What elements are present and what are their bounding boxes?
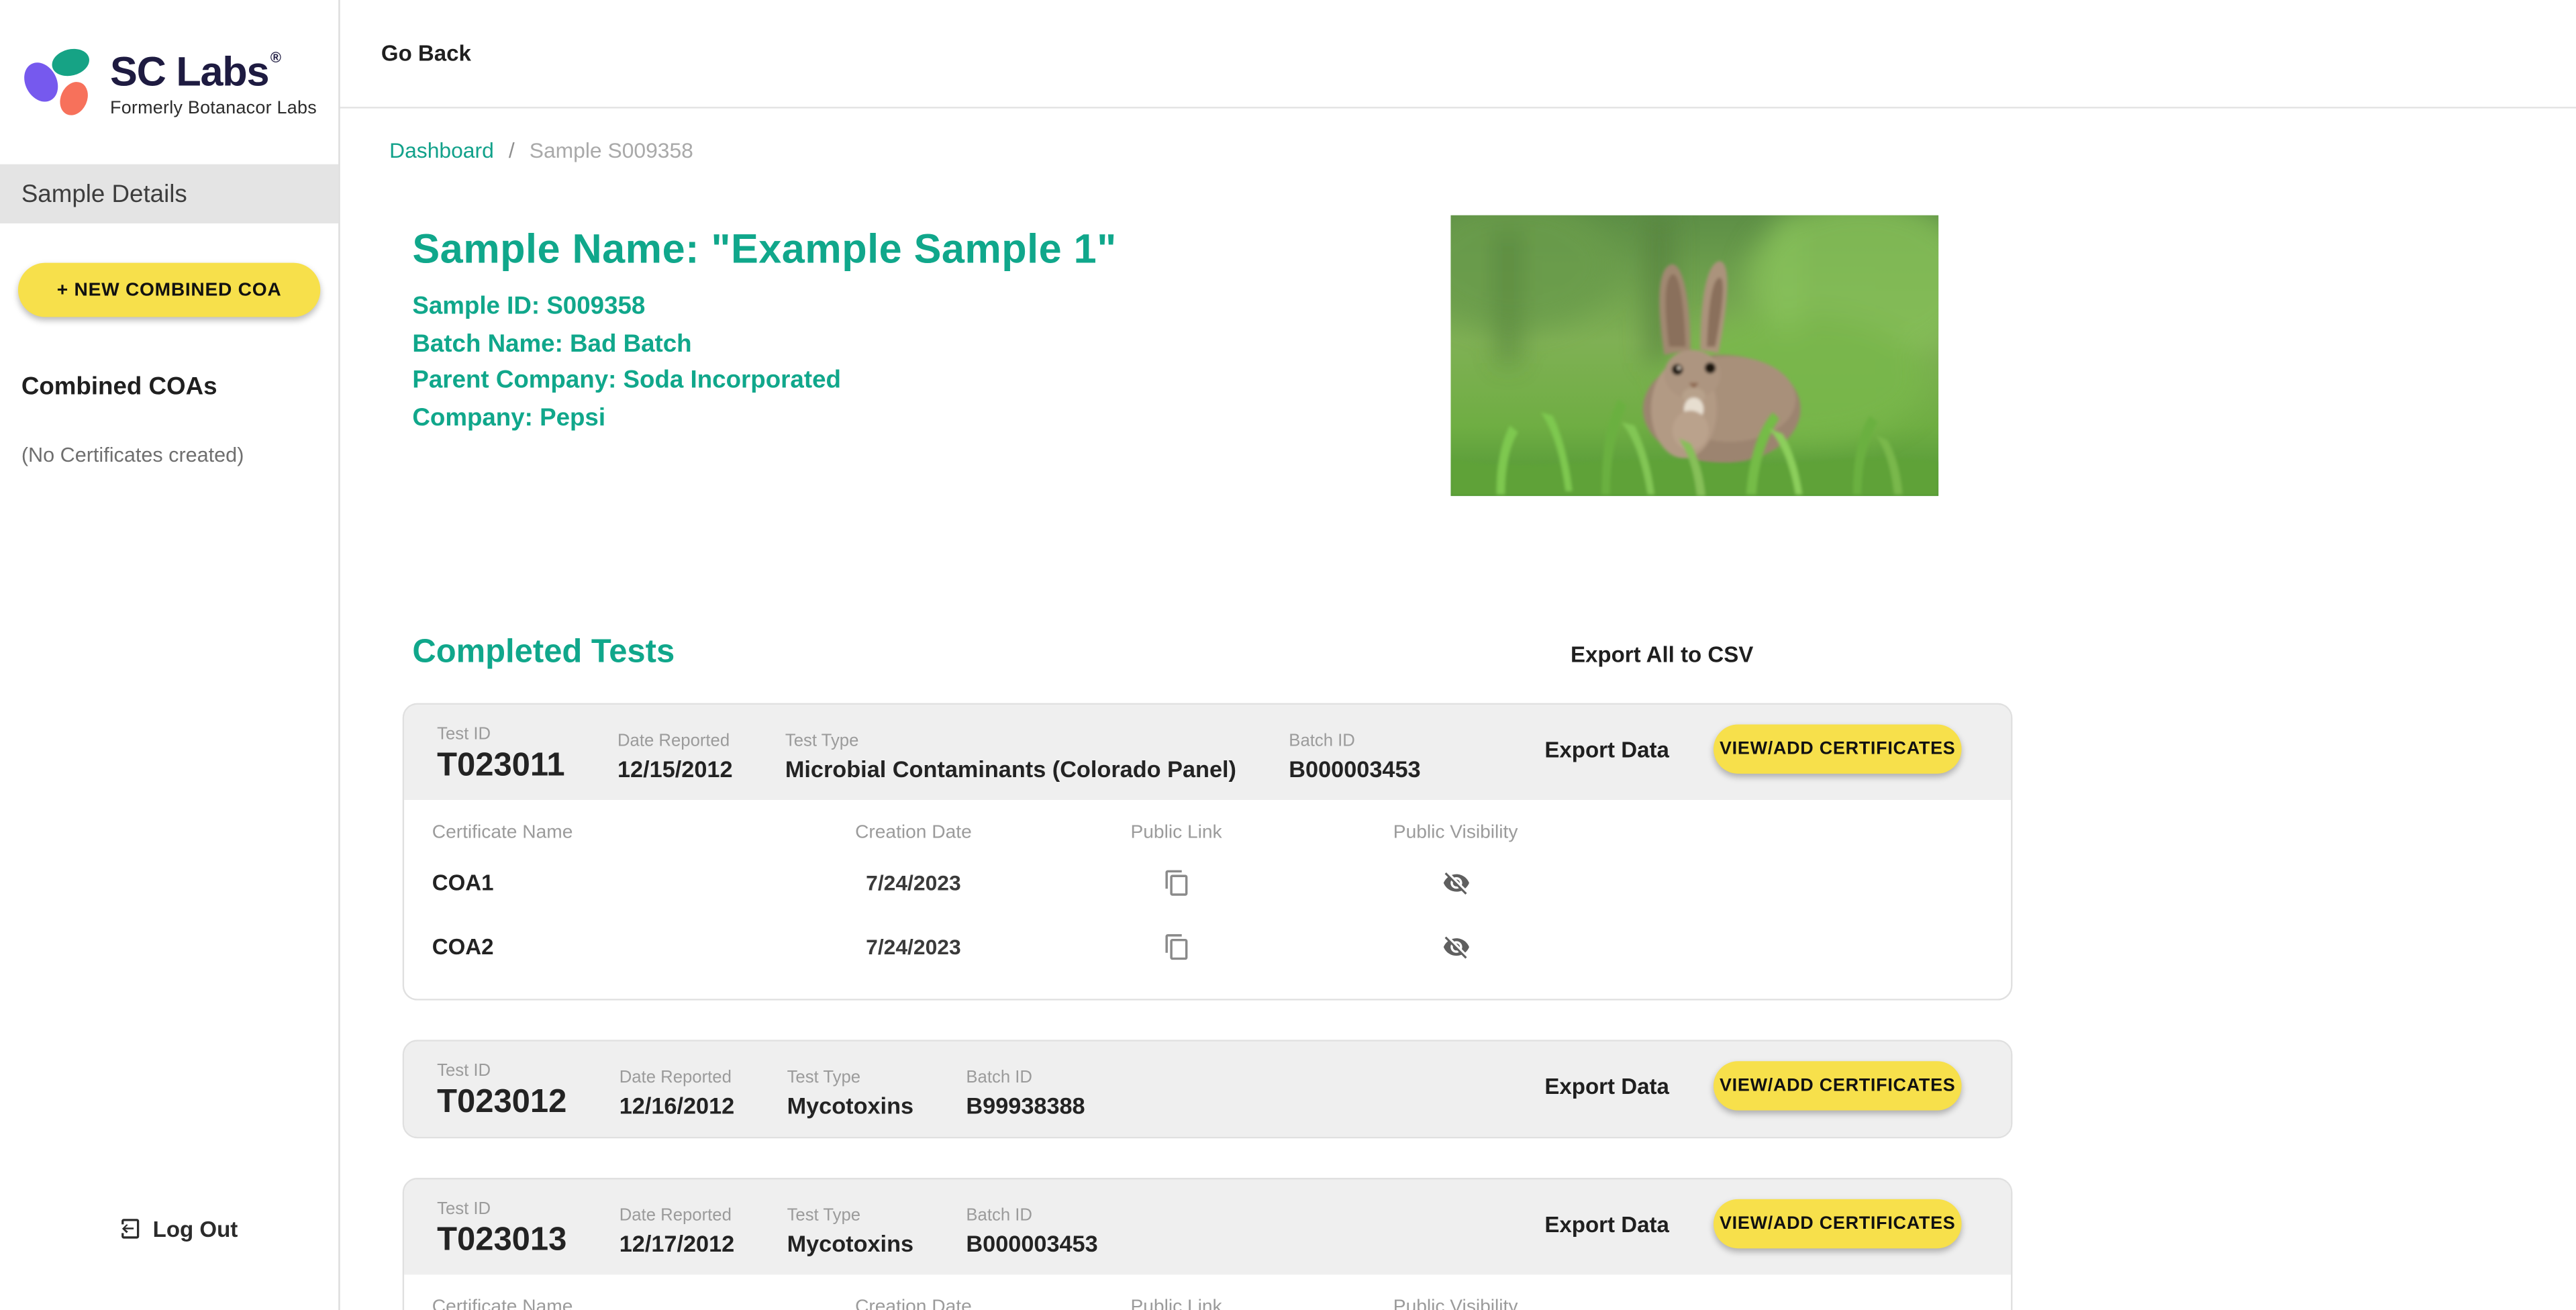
view-add-certificates-button[interactable]: VIEW/ADD CERTIFICATES xyxy=(1713,1061,1962,1111)
certificates-table: Certificate Name Creation Date Public Li… xyxy=(404,1274,2011,1310)
view-add-certificates-button[interactable]: VIEW/ADD CERTIFICATES xyxy=(1713,724,1962,774)
date-reported-field: Date Reported 12/15/2012 xyxy=(617,729,733,785)
combined-coas-empty-note: (No Certificates created) xyxy=(21,443,244,467)
test-id-value: T023012 xyxy=(437,1084,567,1121)
copy-public-link-icon[interactable] xyxy=(1156,927,1196,967)
certificate-name: COA1 xyxy=(432,870,494,895)
test-type-value: Microbial Contaminants (Colorado Panel) xyxy=(785,755,1236,783)
logout-label: Log Out xyxy=(152,1216,238,1242)
certificate-row: COA1 7/24/2023 xyxy=(404,851,2011,915)
export-data-button[interactable]: Export Data xyxy=(1544,1211,1669,1236)
visibility-off-icon[interactable] xyxy=(1436,927,1475,967)
test-type-field: Test Type Mycotoxins xyxy=(787,1204,914,1260)
batch-id-field: Batch ID B99938388 xyxy=(966,1066,1085,1122)
sidebar: SC Labs ® Formerly Botanacor Labs Sample … xyxy=(0,0,340,1310)
test-id-value: T023011 xyxy=(437,747,565,784)
test-card: Test ID T023012 Date Reported 12/16/2012… xyxy=(402,1040,2013,1139)
date-reported-field: Date Reported 12/16/2012 xyxy=(620,1066,735,1122)
date-reported-value: 12/15/2012 xyxy=(617,755,733,783)
app-window: SC Labs ® Formerly Botanacor Labs Sample … xyxy=(0,0,2576,1310)
main-content: Go Back Dashboard / Sample S009358 Sampl… xyxy=(340,0,2576,1310)
breadcrumb-current: Sample S009358 xyxy=(529,137,693,162)
certificate-creation-date: 7/24/2023 xyxy=(866,934,961,960)
logout-icon xyxy=(121,1219,140,1239)
new-combined-coa-button[interactable]: + NEW COMBINED COA xyxy=(17,262,321,317)
breadcrumb-separator: / xyxy=(508,137,515,162)
batch-id-field: Batch ID B000003453 xyxy=(1289,729,1420,785)
breadcrumb-dashboard-link[interactable]: Dashboard xyxy=(389,137,494,162)
export-data-button[interactable]: Export Data xyxy=(1544,737,1669,762)
registered-mark: ® xyxy=(270,49,281,66)
date-reported-field: Date Reported 12/17/2012 xyxy=(620,1204,735,1260)
date-reported-value: 12/16/2012 xyxy=(619,1092,735,1119)
certificate-creation-date: 7/24/2023 xyxy=(866,870,961,895)
batch-id-value: B000003453 xyxy=(966,1230,1098,1257)
sidebar-item-sample-details[interactable]: Sample Details xyxy=(0,164,339,223)
completed-tests-heading: Completed Tests xyxy=(412,634,675,670)
test-type-field: Test Type Microbial Contaminants (Colora… xyxy=(785,729,1236,785)
export-data-button[interactable]: Export Data xyxy=(1544,1074,1669,1099)
test-type-field: Test Type Mycotoxins xyxy=(787,1066,914,1122)
completed-tests-section: Completed Tests Export All to CSV Test I… xyxy=(402,634,2013,1310)
copy-public-link-icon[interactable] xyxy=(1156,863,1196,903)
test-id-value: T023013 xyxy=(437,1222,567,1258)
certificates-table: Certificate Name Creation Date Public Li… xyxy=(404,800,2011,999)
brand-name: SC Labs ® xyxy=(109,49,281,95)
test-id-field: Test ID T023011 xyxy=(437,723,565,785)
test-card: Test ID T023013 Date Reported 12/17/2012… xyxy=(402,1178,2013,1310)
topbar: Go Back xyxy=(340,0,2576,109)
visibility-off-icon[interactable] xyxy=(1436,863,1475,903)
sidebar-item-label: Sample Details xyxy=(21,180,187,208)
test-type-value: Mycotoxins xyxy=(787,1230,914,1257)
view-add-certificates-button[interactable]: VIEW/ADD CERTIFICATES xyxy=(1713,1199,1962,1249)
logout-button[interactable]: Log Out xyxy=(115,1215,238,1242)
breadcrumb: Dashboard / Sample S009358 xyxy=(389,135,2576,164)
test-id-field: Test ID T023013 xyxy=(437,1197,566,1260)
certificate-row: COA2 7/24/2023 xyxy=(404,915,2011,978)
combined-coas-heading: Combined COAs xyxy=(21,372,217,401)
certificate-name: COA2 xyxy=(432,934,494,960)
sc-labs-logo-icon xyxy=(24,48,89,115)
test-type-value: Mycotoxins xyxy=(787,1092,914,1119)
batch-id-value: B99938388 xyxy=(966,1092,1085,1119)
export-all-csv-button[interactable]: Export All to CSV xyxy=(1571,642,1753,667)
test-card: Test ID T023011 Date Reported 12/15/2012… xyxy=(402,703,2013,1001)
batch-id-value: B000003453 xyxy=(1289,755,1421,783)
date-reported-value: 12/17/2012 xyxy=(619,1230,735,1257)
sc-labs-logo: SC Labs ® Formerly Botanacor Labs xyxy=(0,0,338,128)
go-back-button[interactable]: Go Back xyxy=(381,41,471,66)
brand-tagline: Formerly Botanacor Labs xyxy=(109,98,317,119)
test-id-field: Test ID T023012 xyxy=(437,1060,566,1122)
sample-header-section: Sample Name: "Example Sample 1" Sample I… xyxy=(340,164,2576,558)
batch-id-field: Batch ID B000003453 xyxy=(966,1204,1097,1260)
sample-photo-rabbit xyxy=(1450,215,1939,497)
